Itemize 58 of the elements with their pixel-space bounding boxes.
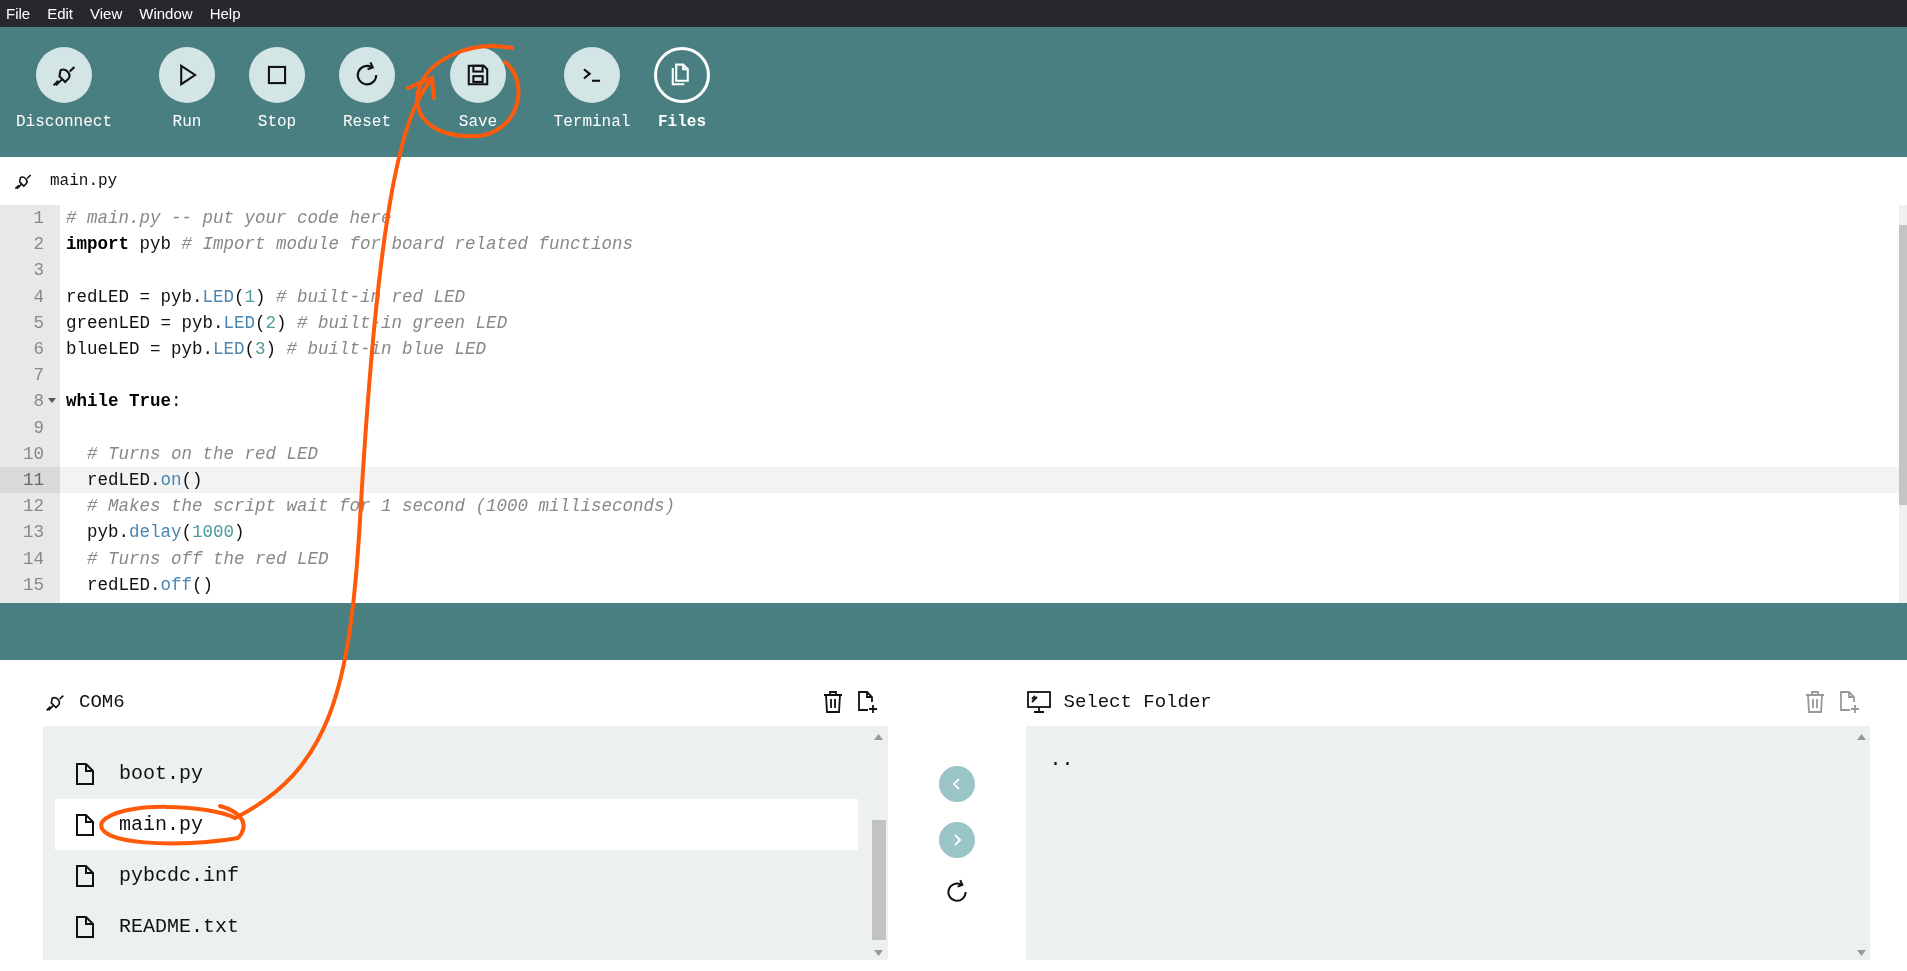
toolbar-button[interactable]: Reset [322,47,412,131]
file-list-item[interactable]: pybcdc.inf [55,850,858,901]
copy-right-button[interactable] [938,822,975,858]
line-number: 6 [33,339,44,360]
file-list-item[interactable]: README.txt [55,901,858,952]
line-number: 10 [23,443,44,464]
code-line: pyb.delay(1000) [86,522,245,543]
code-line: while True: [65,391,182,412]
line-number: 3 [33,260,44,281]
panel-title: Select Folder [1063,691,1212,713]
scroll-down-icon[interactable] [1856,950,1866,956]
toolbar-button[interactable]: Stop [232,47,322,131]
file-icon [75,914,95,939]
panel-title: COM6 [79,691,125,713]
toolbar-button[interactable]: Run [142,47,232,131]
code-line: redLED.on() [86,469,203,490]
code-line: # Turns on the red LED [86,443,319,464]
file-icon [75,812,95,837]
line-number: 11 [23,469,44,490]
line-number: 9 [33,417,44,438]
line-number: 5 [33,312,44,333]
line-number: 13 [23,522,44,543]
menu-item[interactable]: Help [209,5,241,22]
file-icon [75,863,95,888]
line-number: 12 [23,496,44,517]
file-icon [75,761,95,786]
line-number: 15 [23,574,44,595]
trash-icon[interactable] [821,690,844,714]
code-line: import pyb # Import module for board related functions [65,234,634,255]
file-list-item[interactable]: main.py [55,799,858,850]
fold-arrow-icon[interactable] [48,398,56,405]
scroll-up-icon[interactable] [1856,734,1866,740]
file-tab[interactable]: main.py [50,172,118,190]
line-number: 7 [33,365,44,386]
menu-item[interactable]: View [90,5,123,22]
line-number: 4 [33,286,44,307]
toolbar-button[interactable]: Files [637,47,727,131]
code-line: # Turns off the red LED [86,548,329,569]
scroll-down-icon[interactable] [874,950,883,956]
copy-left-button[interactable] [938,766,975,802]
line-number: 1 [33,208,44,229]
chevron-left-icon [950,777,963,791]
menu-item[interactable]: Window [139,5,193,22]
code-line: redLED.off() [86,574,214,595]
new-file-icon[interactable] [855,690,878,714]
scroll-up-icon[interactable] [874,734,883,740]
toolbar-button[interactable]: Terminal [547,47,637,131]
monitor-icon [1025,690,1052,714]
menu-item[interactable]: File [6,5,31,22]
line-number: 8 [33,391,44,412]
line-number: 2 [33,234,44,255]
toolbar-button[interactable]: Disconnect [14,47,114,131]
menu-item[interactable]: Edit [47,5,74,22]
line-number: 14 [23,548,44,569]
file-list-item[interactable]: .. [1037,748,1840,784]
toolbar-button[interactable]: Save [433,47,523,131]
file-list-item[interactable]: boot.py [55,748,858,799]
scrollbar[interactable] [1899,205,1907,603]
